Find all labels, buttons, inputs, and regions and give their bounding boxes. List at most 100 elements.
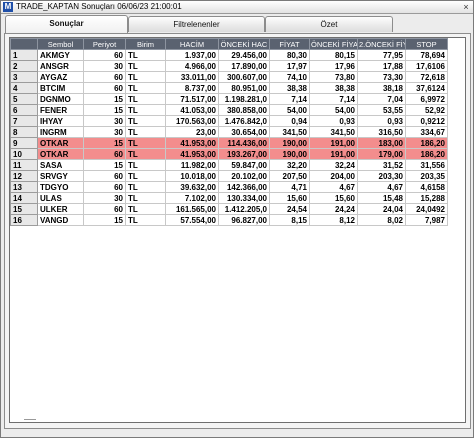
cell-onceki2-fiyat[interactable]: 8,02 [357,214,406,226]
column-header-birim[interactable]: Birim [125,38,166,50]
cell-hacim[interactable]: 170.563,00 [165,115,219,127]
cell-sembol[interactable]: VANGD [37,214,84,226]
cell-fiyat[interactable]: 190,00 [269,137,310,149]
table-row[interactable]: 16 VANGD 15 TL 57.554,00 96.827,00 8,15 8,12 8,0… [10,214,448,226]
cell-birim[interactable]: TL [125,71,166,83]
column-header-hacim[interactable]: HACİM [165,38,219,50]
table-row[interactable]: 11 SASA 15 TL 11.982,00 59.847,00 32,20 32,24 31… [10,159,448,171]
row-index[interactable]: 12 [10,170,38,182]
cell-birim[interactable]: TL [125,49,166,61]
cell-stop[interactable]: 78,694 [405,49,448,61]
row-index[interactable]: 9 [10,137,38,149]
cell-periyot[interactable]: 60 [83,71,126,83]
cell-onceki2-fiyat[interactable]: 73,30 [357,71,406,83]
table-row[interactable]: 14 ULAS 30 TL 7.102,00 130.334,00 15,60 15,60 15… [10,192,448,204]
cell-hacim[interactable]: 10.018,00 [165,170,219,182]
cell-hacim[interactable]: 1.937,00 [165,49,219,61]
cell-onceki-hacim[interactable]: 142.366,00 [218,181,270,193]
column-header-sembol[interactable]: Sembol [37,38,84,50]
cell-periyot[interactable]: 15 [83,159,126,171]
cell-onceki-hacim[interactable]: 380.858,00 [218,104,270,116]
cell-fiyat[interactable]: 15,60 [269,192,310,204]
cell-sembol[interactable]: ULAS [37,192,84,204]
tab-filtrelenenler[interactable]: Filtrelenenler [128,16,265,32]
cell-onceki2-fiyat[interactable]: 7,04 [357,93,406,105]
cell-birim[interactable]: TL [125,104,166,116]
cell-onceki-hacim[interactable]: 300.607,00 [218,71,270,83]
table-row[interactable]: 13 TDGYO 60 TL 39.632,00 142.366,00 4,71 4,67 4,… [10,181,448,193]
cell-onceki-hacim[interactable]: 1.198.281,0 [218,93,270,105]
cell-onceki2-fiyat[interactable]: 17,88 [357,60,406,72]
row-index[interactable]: 14 [10,192,38,204]
cell-hacim[interactable]: 57.554,00 [165,214,219,226]
cell-stop[interactable]: 52,92 [405,104,448,116]
cell-onceki-fiyat[interactable]: 80,15 [309,49,358,61]
cell-birim[interactable]: TL [125,137,166,149]
cell-onceki-fiyat[interactable]: 4,67 [309,181,358,193]
table-row[interactable]: 8 INGRM 30 TL 23,00 30.654,00 341,50 341,50 316,… [10,126,448,138]
cell-onceki2-fiyat[interactable]: 38,18 [357,82,406,94]
cell-onceki2-fiyat[interactable]: 183,00 [357,137,406,149]
cell-hacim[interactable]: 23,00 [165,126,219,138]
table-row[interactable]: 12 SRVGY 60 TL 10.018,00 20.102,00 207,50 204,0… [10,170,448,182]
cell-hacim[interactable]: 41.953,00 [165,148,219,160]
cell-hacim[interactable]: 33.011,00 [165,71,219,83]
cell-sembol[interactable]: INGRM [37,126,84,138]
cell-stop[interactable]: 37,6124 [405,82,448,94]
cell-onceki-fiyat[interactable]: 191,00 [309,137,358,149]
cell-hacim[interactable]: 71.517,00 [165,93,219,105]
cell-fiyat[interactable]: 54,00 [269,104,310,116]
cell-sembol[interactable]: TDGYO [37,181,84,193]
cell-onceki-fiyat[interactable]: 7,14 [309,93,358,105]
cell-fiyat[interactable]: 7,14 [269,93,310,105]
cell-stop[interactable]: 31,556 [405,159,448,171]
cell-hacim[interactable]: 11.982,00 [165,159,219,171]
cell-hacim[interactable]: 41.953,00 [165,137,219,149]
table-row[interactable]: 15 ULKER 60 TL 161.565,00 1.412.205,0 24,54 24,… [10,203,448,215]
row-index[interactable]: 10 [10,148,38,160]
table-row[interactable]: 2 ANSGR 30 TL 4.966,00 17.890,00 17,97 17,96 17,… [10,60,448,72]
cell-onceki-fiyat[interactable]: 32,24 [309,159,358,171]
cell-onceki-hacim[interactable]: 1.476.842,0 [218,115,270,127]
cell-hacim[interactable]: 39.632,00 [165,181,219,193]
cell-fiyat[interactable]: 8,15 [269,214,310,226]
cell-onceki-fiyat[interactable]: 204,00 [309,170,358,182]
title-bar[interactable]: M TRADE_KAPTAN Sonuçları 06/06/23 21:00:… [1,1,473,14]
cell-onceki2-fiyat[interactable]: 53,55 [357,104,406,116]
cell-onceki-fiyat[interactable]: 0,93 [309,115,358,127]
cell-periyot[interactable]: 60 [83,49,126,61]
cell-hacim[interactable]: 161.565,00 [165,203,219,215]
cell-onceki-hacim[interactable]: 20.102,00 [218,170,270,182]
cell-sembol[interactable]: BTCIM [37,82,84,94]
cell-birim[interactable]: TL [125,203,166,215]
cell-onceki2-fiyat[interactable]: 0,93 [357,115,406,127]
cell-onceki-hacim[interactable]: 59.847,00 [218,159,270,171]
cell-sembol[interactable]: SRVGY [37,170,84,182]
cell-periyot[interactable]: 60 [83,170,126,182]
cell-sembol[interactable]: DGNMO [37,93,84,105]
cell-periyot[interactable]: 30 [83,126,126,138]
column-header-onceki-hacim[interactable]: ÖNCEKİ HAC [218,38,270,50]
cell-onceki-hacim[interactable]: 30.654,00 [218,126,270,138]
cell-periyot[interactable]: 60 [83,181,126,193]
table-row[interactable]: 1 AKMGY 60 TL 1.937,00 29.456,00 80,30 80,15 77,… [10,49,448,61]
cell-periyot[interactable]: 60 [83,148,126,160]
cell-fiyat[interactable]: 17,97 [269,60,310,72]
cell-hacim[interactable]: 8.737,00 [165,82,219,94]
cell-sembol[interactable]: ULKER [37,203,84,215]
cell-onceki-hacim[interactable]: 96.827,00 [218,214,270,226]
column-header-fiyat[interactable]: FİYAT [269,38,310,50]
cell-stop[interactable]: 334,67 [405,126,448,138]
column-header-onceki2-fiyat[interactable]: 2.ÖNCEKİ FİY [357,38,406,50]
cell-onceki2-fiyat[interactable]: 31,52 [357,159,406,171]
cell-onceki2-fiyat[interactable]: 24,04 [357,203,406,215]
row-index[interactable]: 3 [10,71,38,83]
cell-sembol[interactable]: AYGAZ [37,71,84,83]
cell-fiyat[interactable]: 341,50 [269,126,310,138]
cell-stop[interactable]: 186,20 [405,137,448,149]
cell-sembol[interactable]: ANSGR [37,60,84,72]
tab-ozet[interactable]: Özet [265,16,393,32]
table-row[interactable]: 10 OTKAR 60 TL 41.953,00 193.267,00 190,00 191,… [10,148,448,160]
cell-onceki-hacim[interactable]: 80.951,00 [218,82,270,94]
cell-onceki-fiyat[interactable]: 24,24 [309,203,358,215]
